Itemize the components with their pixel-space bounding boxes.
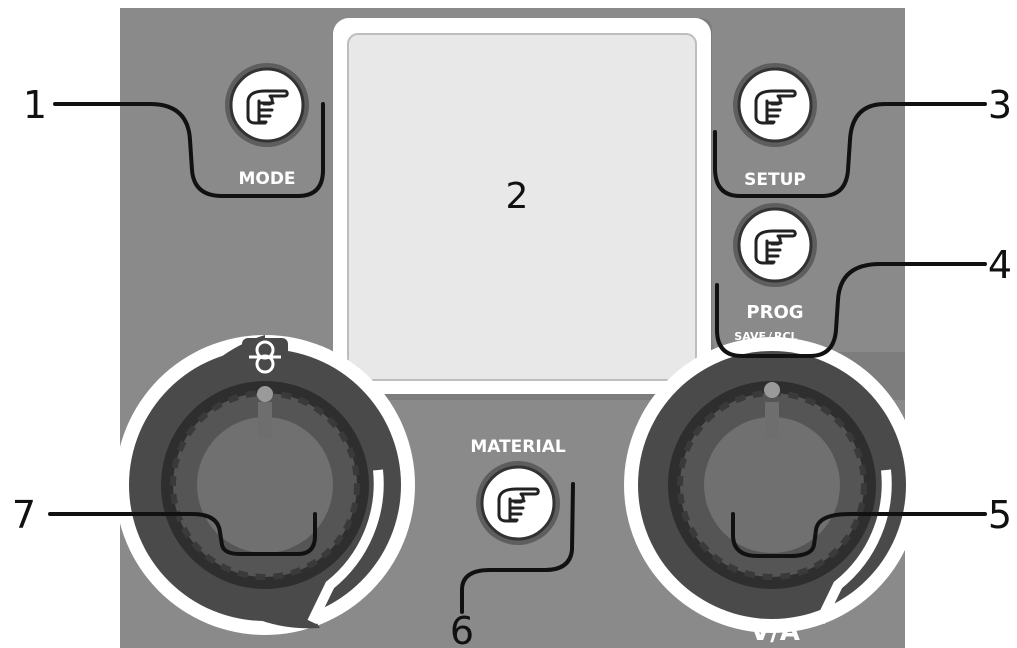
- screen-callout-label: 2: [506, 176, 529, 217]
- callout-7: 7: [12, 493, 36, 537]
- callout-4: 4: [988, 243, 1012, 287]
- prog-save-label: SAVE: [734, 330, 766, 343]
- mode-button-label: MODE: [238, 169, 295, 189]
- wire-spool-icon: [242, 338, 288, 374]
- callout-6: 6: [450, 609, 474, 648]
- control-panel-diagram: 2 V/A MODE SETUP PROG SAVE / RCL MATERIA…: [12, 8, 1012, 648]
- prog-recall-label: RCL: [774, 330, 798, 343]
- prog-button-label: PROG: [746, 302, 803, 323]
- left-knob[interactable]: [115, 335, 415, 635]
- setup-button[interactable]: SETUP: [733, 63, 817, 190]
- callout-1: 1: [23, 83, 47, 127]
- callout-3: 3: [988, 83, 1012, 127]
- voltage-amperage-label: V/A: [750, 617, 800, 647]
- setup-button-label: SETUP: [744, 170, 806, 190]
- callout-5: 5: [988, 493, 1012, 537]
- material-button-label: MATERIAL: [470, 437, 566, 457]
